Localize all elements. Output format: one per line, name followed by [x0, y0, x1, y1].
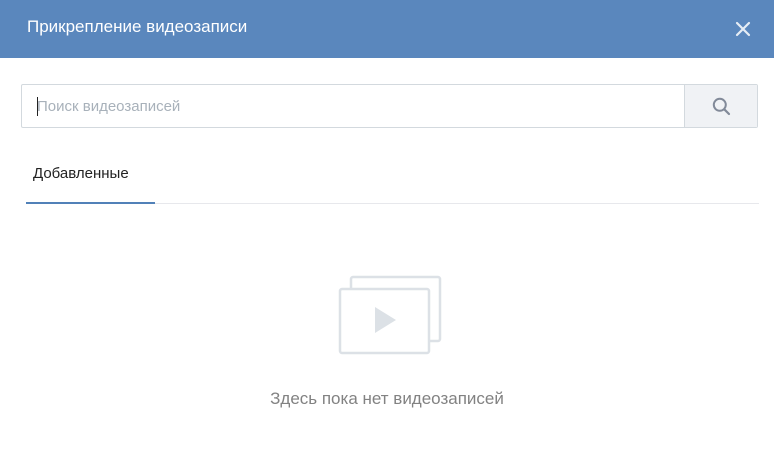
tab-added[interactable]: Добавленные — [26, 150, 155, 204]
search-button[interactable] — [684, 85, 757, 127]
text-caret — [37, 97, 38, 116]
search-box — [21, 84, 758, 128]
video-stack-icon — [338, 275, 444, 360]
tab-bar: Добавленные — [26, 150, 759, 204]
search-input[interactable] — [22, 85, 684, 127]
close-icon — [735, 21, 751, 37]
search-icon — [712, 97, 731, 116]
empty-state-text: Здесь пока нет видеозаписей — [270, 389, 504, 408]
tab-added-label: Добавленные — [33, 165, 129, 182]
dialog-header: Прикрепление видеозаписи — [0, 0, 774, 58]
active-tab-indicator — [26, 202, 155, 204]
dialog-title: Прикрепление видеозаписи — [27, 17, 248, 36]
attach-video-dialog: Прикрепление видеозаписи Добавленные — [0, 0, 774, 474]
close-button[interactable] — [726, 12, 760, 46]
